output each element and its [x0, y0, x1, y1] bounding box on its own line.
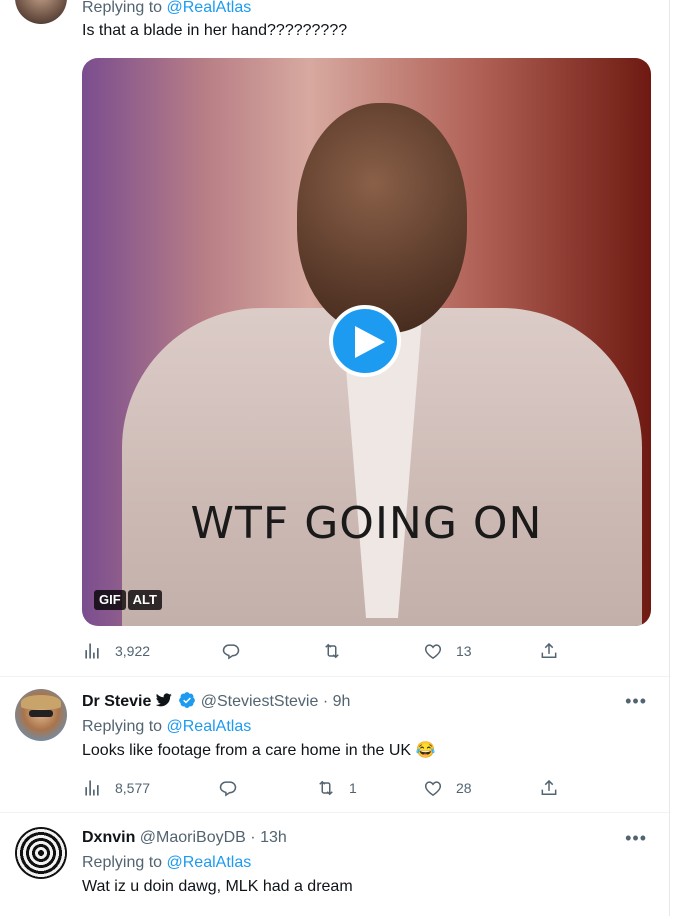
reply-icon — [222, 644, 240, 660]
retweet-action[interactable] — [322, 639, 355, 663]
like-count: 28 — [456, 780, 472, 796]
handle[interactable]: @MaoriBoyDB — [140, 829, 246, 846]
more-icon[interactable]: ••• — [625, 691, 647, 712]
avatar[interactable] — [15, 689, 67, 741]
share-action[interactable] — [539, 639, 559, 663]
timestamp[interactable]: 13h — [260, 829, 287, 846]
retweet-action[interactable]: 1 — [316, 776, 357, 800]
media-badges: GIF ALT — [94, 590, 164, 610]
tweet[interactable]: Replying to @RealAtlas Is that a blade i… — [0, 0, 669, 677]
tweet-text: Looks like footage from a care home in t… — [82, 742, 436, 759]
avatar[interactable] — [15, 827, 67, 879]
like-icon — [424, 644, 442, 659]
tweet-header: Dxnvin @MaoriBoyDB · 13h — [82, 828, 651, 848]
alt-badge[interactable]: ALT — [127, 590, 162, 610]
timeline-border — [669, 0, 670, 916]
like-action[interactable]: 28 — [423, 776, 472, 800]
replying-to: Replying to @RealAtlas — [82, 853, 651, 873]
replying-to: Replying to @RealAtlas — [82, 0, 651, 18]
reply-action[interactable] — [221, 639, 254, 663]
more-icon[interactable]: ••• — [625, 828, 647, 849]
reply-mention-link[interactable]: @RealAtlas — [167, 854, 252, 871]
tweet-text: Is that a blade in her hand????????? — [82, 22, 348, 39]
like-action[interactable]: 13 — [423, 639, 472, 663]
play-button[interactable] — [329, 305, 401, 377]
gif-badge: GIF — [94, 590, 126, 610]
bird-emoji-icon — [155, 693, 172, 707]
tweet[interactable]: Dr Stevie @SteviestStevie · 9h Replying … — [0, 677, 669, 813]
play-icon — [355, 326, 385, 358]
separator: · — [322, 693, 329, 710]
display-name[interactable]: Dr Stevie — [82, 693, 151, 710]
reply-prefix: Replying to — [82, 718, 163, 735]
gif-media[interactable]: WTF GOING ON GIF ALT — [82, 58, 651, 626]
reply-prefix: Replying to — [82, 0, 163, 16]
retweet-icon — [325, 643, 339, 659]
analytics-icon — [85, 780, 99, 796]
verified-icon — [179, 692, 196, 708]
handle[interactable]: @SteviestStevie — [201, 693, 319, 710]
gif-figure-head — [297, 103, 467, 333]
reply-mention-link[interactable]: @RealAtlas — [167, 0, 252, 16]
analytics-icon — [85, 643, 99, 659]
replying-to: Replying to @RealAtlas — [82, 717, 651, 737]
share-action[interactable] — [539, 776, 559, 800]
timestamp[interactable]: 9h — [333, 693, 351, 710]
retweet-count: 1 — [349, 780, 357, 796]
tweet-actions: 8,577 1 28 — [82, 776, 562, 800]
gif-caption: WTF GOING ON — [190, 498, 543, 549]
like-count: 13 — [456, 643, 472, 659]
tweet-actions: 3,922 13 — [82, 639, 562, 663]
avatar-glasses — [29, 710, 53, 717]
display-name[interactable]: Dxnvin — [82, 829, 135, 846]
reply-icon — [219, 781, 237, 797]
reply-action[interactable] — [218, 776, 251, 800]
avatar-hat — [21, 695, 61, 709]
separator: · — [250, 829, 256, 846]
views-action[interactable]: 3,922 — [82, 639, 150, 663]
views-count: 3,922 — [115, 643, 151, 659]
share-icon — [541, 779, 557, 795]
tweet-header: Dr Stevie @SteviestStevie · 9h — [82, 691, 651, 712]
views-action[interactable]: 8,577 — [82, 776, 150, 800]
avatar[interactable] — [15, 0, 67, 24]
retweet-icon — [319, 780, 333, 796]
reply-prefix: Replying to — [82, 854, 163, 871]
like-icon — [424, 781, 442, 796]
tweet[interactable]: Dxnvin @MaoriBoyDB · 13h Replying to @Re… — [0, 813, 669, 916]
reply-mention-link[interactable]: @RealAtlas — [167, 718, 252, 735]
share-icon — [541, 642, 557, 658]
views-count: 8,577 — [115, 780, 151, 796]
tweet-text: Wat iz u doin dawg, MLK had a dream — [82, 878, 353, 895]
